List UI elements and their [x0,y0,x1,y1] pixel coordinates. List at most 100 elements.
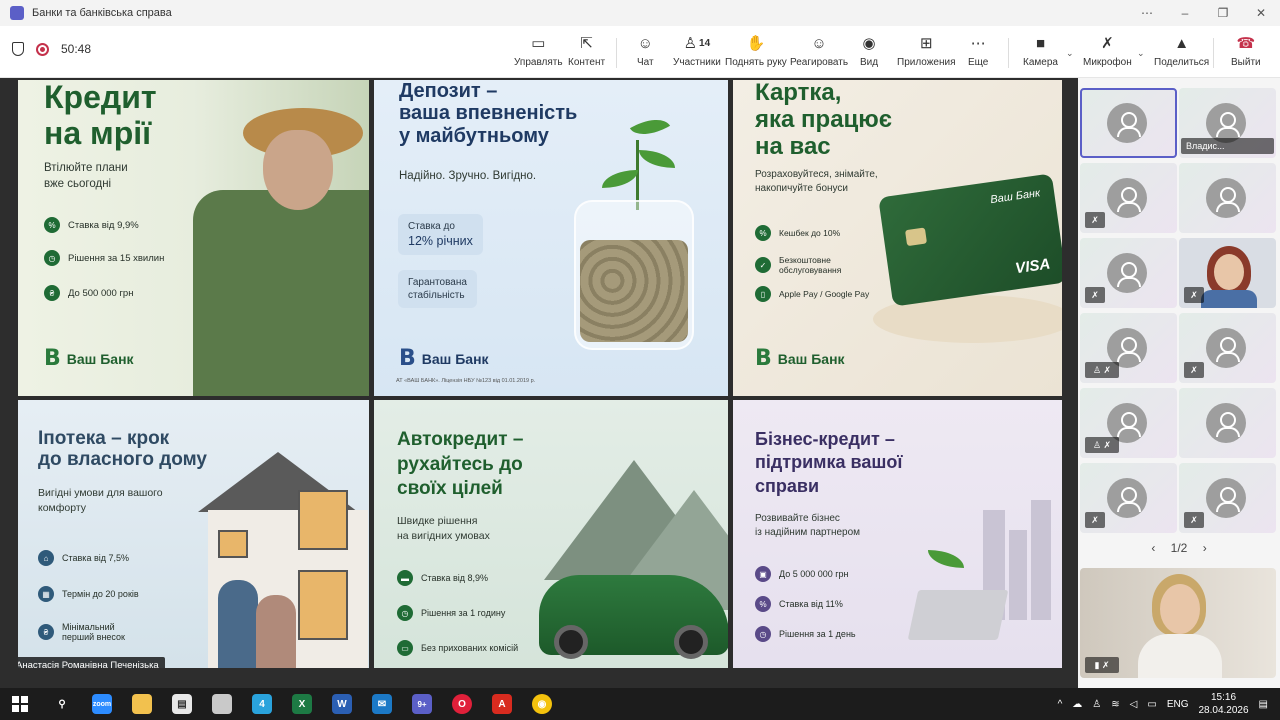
content-button[interactable]: ⇱ Контент [568,34,605,68]
chrome-icon[interactable]: ◉ [532,694,552,714]
mic-off-icon: ✗ [1184,362,1204,378]
participant-tile[interactable] [1179,163,1276,233]
woman-illustration [263,130,333,210]
more-button[interactable]: ⋯ Еще [968,34,988,68]
next-page-chevron-icon[interactable]: › [1203,541,1207,555]
manage-button[interactable]: ▭ Управлять [514,34,563,68]
participants-icon-group: ♙ 14 [684,34,711,54]
minimize-button[interactable]: – [1166,0,1204,26]
participant-video-tile[interactable]: ✗ [1179,238,1276,308]
participant-tile[interactable]: ✗ [1080,238,1177,308]
more-options-icon[interactable]: ⋯ [1128,0,1166,26]
participant-tile[interactable]: Владис... [1179,88,1276,158]
self-video-tile[interactable]: ▮ ✗ [1080,568,1276,678]
teams-icon[interactable]: 9+ [412,694,432,714]
auto-feature-text: Ставка від 8,9% [421,573,488,583]
auto-subtitle-line2: на вигідних умовах [397,529,490,542]
participants-button[interactable]: ♙ 14 Участники [673,34,721,68]
language-indicator[interactable]: ENG [1167,699,1189,710]
react-button[interactable]: ☺ Реагировать [790,34,848,68]
participant-tile[interactable]: ✗ [1080,463,1177,533]
money-icon: ₴ [44,285,60,301]
credit-title: Кредит на мрії [44,80,157,152]
emoji-icon: ☺ [811,35,827,52]
wallet-icon: ₴ [38,624,54,640]
react-label: Реагировать [790,57,849,68]
coins-illustration [580,240,688,342]
excel-icon[interactable]: X [292,694,312,714]
participant-tile[interactable]: ✗ [1179,313,1276,383]
photos-icon[interactable] [212,694,232,714]
phone-icon: ▯ [755,286,771,302]
opera-icon[interactable]: O [452,694,472,714]
plus-icon: ⊞ [919,35,933,52]
participant-tile[interactable]: ✗ [1179,463,1276,533]
couple-illustration [256,595,296,668]
slide-business-credit: Бізнес-кредит – підтримка вашої справи Р… [733,400,1062,668]
deposit-title-line1: Депозит – [399,80,498,102]
leaf-icon [602,170,638,188]
teams-tray-icon[interactable]: ♙ [1092,699,1101,710]
participants-count: 14 [699,38,711,49]
search-icon[interactable]: ⚲ [52,694,72,714]
hand-icon: ✋ [746,35,766,52]
cloud-icon[interactable]: ☁ [1072,699,1082,710]
participant-tile[interactable]: ♙ ✗ [1080,313,1177,383]
business-feature-text: Ставка від 11% [779,599,843,609]
leave-button[interactable]: ☎ Выйти [1231,34,1261,68]
battery-icon[interactable]: ▭ [1147,699,1156,710]
zoom-app-icon[interactable]: zoom [92,694,112,714]
credit-subtitle-line2: вже сьогодні [44,178,112,191]
card-title-line1: Картка, [755,80,842,106]
card-feature: ✓ Безкоштовне обслуговування [755,255,875,275]
volume-icon[interactable]: ◁ [1130,699,1138,710]
percent-icon: % [755,596,771,612]
start-button[interactable] [12,696,28,712]
camera-icon: ■ [1035,35,1045,52]
participant-tile[interactable]: ✗ [1080,163,1177,233]
maximize-button[interactable]: ❐ [1204,0,1242,26]
mic-options-chevron-icon[interactable]: ⌄ [1137,48,1145,59]
store-icon[interactable]: ▤ [172,694,192,714]
participant-tile[interactable]: ♙ ✗ [1080,388,1177,458]
card-feature: % Кешбек до 10% [755,225,840,241]
file-explorer-icon[interactable] [132,694,152,714]
mic-off-icon: ✗ [1101,35,1114,52]
raise-hand-button[interactable]: ✋ Поднять руку [725,34,787,68]
clock-date: 28.04.2026 [1198,705,1249,716]
word-icon[interactable]: W [332,694,352,714]
camera-options-chevron-icon[interactable]: ⌄ [1066,48,1074,59]
participant-tile[interactable] [1080,88,1177,158]
mail-icon[interactable]: ✉ [372,694,392,714]
acrobat-icon[interactable]: A [492,694,512,714]
participant-tile[interactable] [1179,388,1276,458]
credit-subtitle-line1: Втілюйте плани [44,162,128,174]
microphone-button[interactable]: ✗ Микрофон [1083,34,1132,68]
view-button[interactable]: ◉ Вид [860,34,878,68]
bank-logo-mark: B [399,346,416,371]
mic-off-icon: ♙ ✗ [1085,437,1119,453]
window-controls: ⋯ – ❐ ✕ [1128,0,1280,26]
participant-name: Владис... [1181,138,1274,154]
clock[interactable]: 15:16 28.04.2026 [1198,691,1248,717]
bank-logo: B Ваш Банк [755,346,845,371]
credit-feature-text: Рішення за 15 хвилин [68,252,165,264]
briefcase-icon: ▣ [755,566,771,582]
telegram-icon[interactable]: 4 [252,694,272,714]
auto-title-line1: Автокредит – [397,429,524,450]
auto-feature: ▬ Ставка від 8,9% [397,570,488,586]
apps-button[interactable]: ⊞ Приложения [897,34,956,68]
card-feature: ▯ Apple Pay / Google Pay [755,286,869,302]
notifications-icon[interactable]: ▤ [1259,699,1268,710]
close-button[interactable]: ✕ [1242,0,1280,26]
mortgage-subtitle: Вигідні умови для вашого комфорту [38,486,163,515]
previous-page-chevron-icon[interactable]: ‹ [1151,541,1155,555]
camera-button[interactable]: ■ Камера [1023,34,1058,68]
cashback-icon: % [755,225,771,241]
chat-button[interactable]: ☺ Чат [637,34,654,68]
wifi-icon[interactable]: ≋ [1111,699,1119,710]
content-label: Контент [568,57,606,68]
tray-chevron-icon[interactable]: ^ [1058,699,1063,710]
share-button[interactable]: ▲ Поделиться [1154,34,1209,68]
auto-title-line3: своїх цілей [397,478,503,500]
